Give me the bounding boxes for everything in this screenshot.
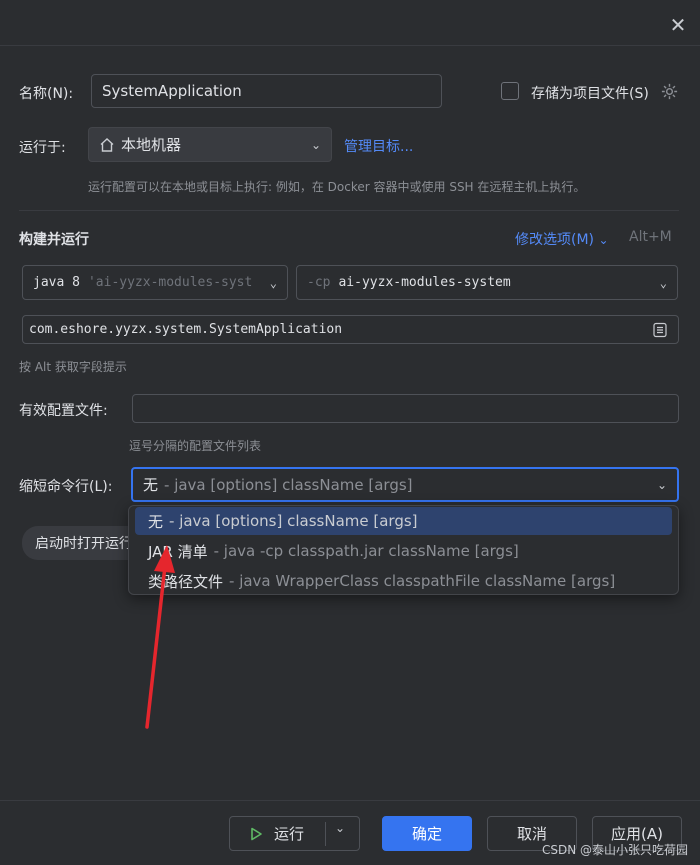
classpath-value: ai-yyzx-modules-system xyxy=(338,275,511,290)
option-desc: - java [options] className [args] xyxy=(169,512,418,530)
home-icon xyxy=(100,137,114,152)
ok-button[interactable]: 确定 xyxy=(382,816,472,851)
shorten-dropdown: 无 - java [options] className [args] JAR … xyxy=(128,505,679,595)
modify-options-link[interactable]: 修改选项(M) ⌄ xyxy=(515,229,609,249)
settings-icon[interactable] xyxy=(660,82,679,101)
shorten-label: 缩短命令行(L): xyxy=(19,479,113,495)
watermark: CSDN @泰山小张只吃荷园 xyxy=(541,843,688,857)
close-icon[interactable]: ✕ xyxy=(667,14,689,36)
main-class-value: com.eshore.yyzx.system.SystemApplication xyxy=(29,322,343,337)
store-as-file-checkbox[interactable] xyxy=(501,82,519,100)
run-split-button[interactable]: 运行 ⌄ xyxy=(229,816,360,851)
jre-module-hint: 'ai-yyzx-modules-syst xyxy=(87,275,253,290)
run-label: 运行 xyxy=(274,825,305,843)
dropdown-option-none[interactable]: 无 - java [options] className [args] xyxy=(135,507,672,535)
manage-targets-link[interactable]: 管理目标... xyxy=(344,136,413,156)
chevron-down-icon: ⌄ xyxy=(659,275,667,290)
ghost-header-text: ·· · xyxy=(30,0,55,7)
option-desc: - java WrapperClass classpathFile classN… xyxy=(229,572,616,590)
name-label: 名称(N): xyxy=(19,86,74,102)
launch-pill-label: 启动时打开运行 xyxy=(35,536,133,552)
ok-label: 确定 xyxy=(411,825,442,843)
name-input-value: SystemApplication xyxy=(102,82,242,100)
option-key: 无 xyxy=(148,512,164,531)
jre-select[interactable]: java 8 'ai-yyzx-modules-syst ⌄ xyxy=(22,265,288,300)
build-run-title: 构建并运行 xyxy=(19,232,89,248)
chevron-down-icon: ⌄ xyxy=(598,233,609,247)
classpath-prefix: -cp xyxy=(307,275,331,290)
chevron-down-icon[interactable]: ⌄ xyxy=(335,821,345,835)
section-divider xyxy=(19,210,679,211)
run-on-select[interactable]: 本地机器 ⌄ xyxy=(88,127,332,162)
main-class-input[interactable]: com.eshore.yyzx.system.SystemApplication xyxy=(22,315,679,344)
profiles-input[interactable] xyxy=(132,394,679,423)
shorten-select[interactable]: 无 - java [options] className [args] ⌄ xyxy=(131,467,679,502)
chevron-down-icon: ⌄ xyxy=(656,477,667,492)
option-desc: - java -cp classpath.jar className [args… xyxy=(213,542,519,560)
modify-options-label: 修改选项(M) xyxy=(515,232,595,248)
jre-value: java 8 xyxy=(33,275,80,290)
chevron-down-icon: ⌄ xyxy=(269,275,277,290)
run-on-hint: 运行配置可以在本地或目标上执行: 例如，在 Docker 容器中或使用 SSH … xyxy=(88,180,586,194)
classpath-select[interactable]: -cp ai-yyzx-modules-system ⌄ xyxy=(296,265,678,300)
chevron-down-icon: ⌄ xyxy=(310,137,321,152)
profiles-hint: 逗号分隔的配置文件列表 xyxy=(129,439,262,453)
dropdown-option-classpath-file[interactable]: 类路径文件 - java WrapperClass classpathFile … xyxy=(135,567,672,595)
red-arrow-annotation xyxy=(145,545,175,729)
profiles-label: 有效配置文件: xyxy=(19,403,108,419)
dropdown-option-jar-manifest[interactable]: JAR 清单 - java -cp classpath.jar classNam… xyxy=(135,537,672,565)
split-divider xyxy=(325,822,326,846)
play-icon xyxy=(251,827,262,840)
document-icon[interactable] xyxy=(652,322,668,338)
shorten-selected-desc: - java [options] className [args] xyxy=(164,475,413,494)
run-on-value: 本地机器 xyxy=(121,136,182,154)
title-bar: ·· · xyxy=(0,0,700,46)
store-as-file-label: 存储为项目文件(S) xyxy=(531,86,649,102)
name-input[interactable]: SystemApplication xyxy=(91,74,442,108)
shorten-selected-key: 无 xyxy=(143,476,159,494)
modify-options-shortcut: Alt+M xyxy=(629,229,672,245)
run-on-label: 运行于: xyxy=(19,140,66,156)
alt-hint: 按 Alt 获取字段提示 xyxy=(19,360,127,374)
